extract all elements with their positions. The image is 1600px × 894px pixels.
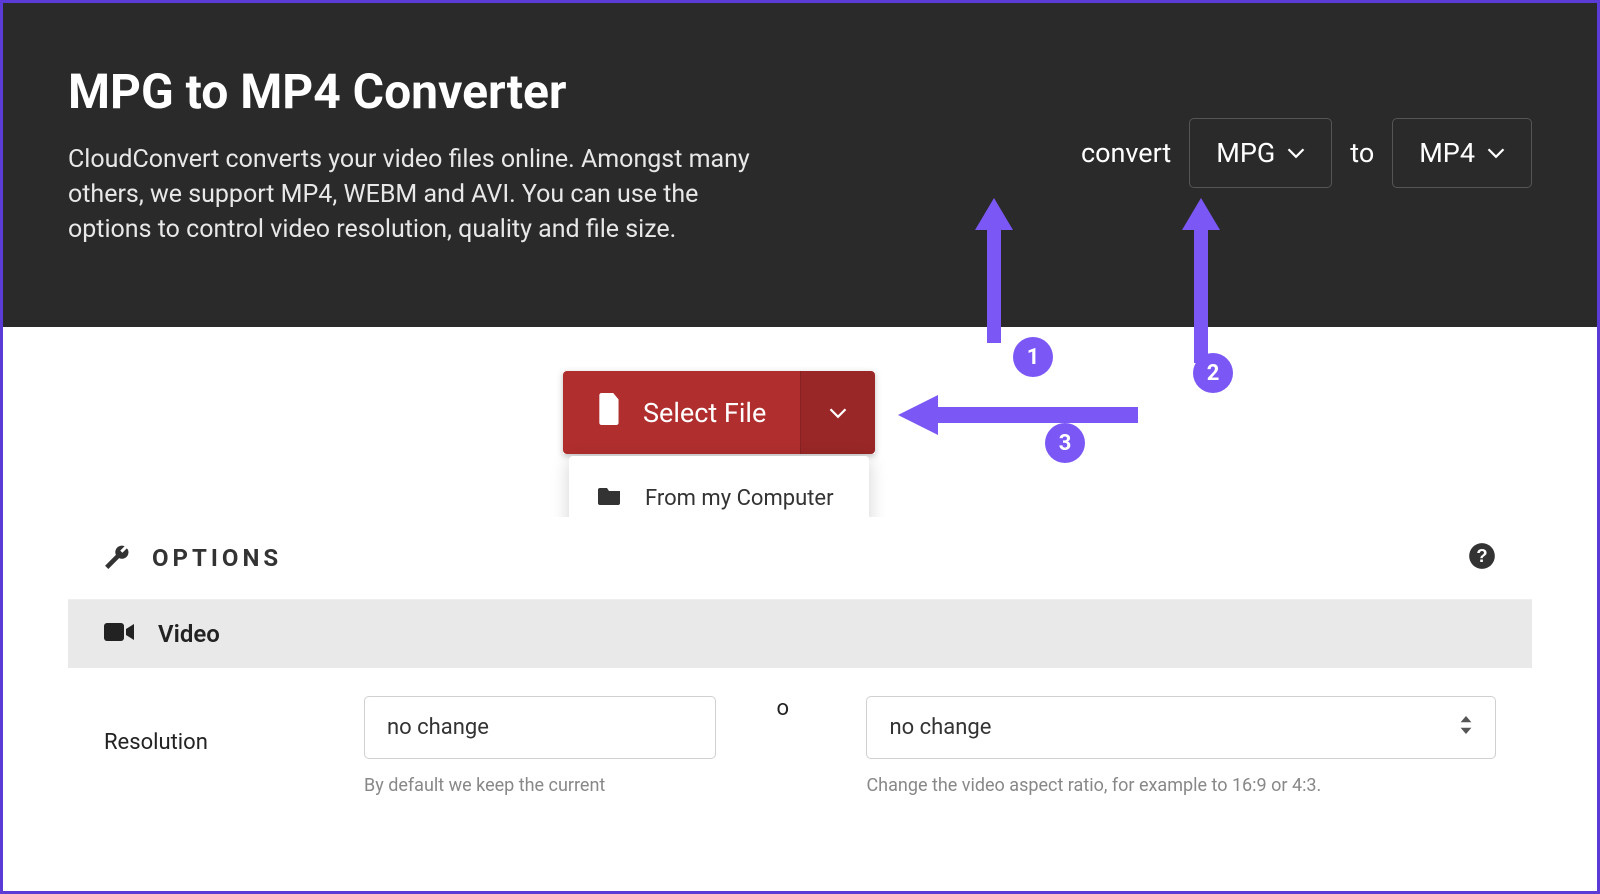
resolution-help: By default we keep the current — [364, 773, 716, 798]
options-header: OPTIONS ? — [68, 517, 1532, 600]
video-section-label: Video — [158, 620, 220, 648]
options-panel: OPTIONS ? Video Resolution no change By — [68, 517, 1532, 808]
resolution-select[interactable]: no change — [364, 696, 716, 759]
aspect-label-partial: o — [776, 696, 796, 721]
video-camera-icon — [104, 620, 134, 648]
to-label: to — [1350, 137, 1374, 169]
chevron-down-icon — [1487, 144, 1505, 162]
to-format-button[interactable]: MP4 — [1392, 118, 1532, 188]
aspect-help: Change the video aspect ratio, for examp… — [866, 773, 1496, 798]
page-title: MPG to MP4 Converter — [68, 63, 788, 120]
convert-label: convert — [1081, 137, 1171, 169]
sort-icon — [1459, 715, 1473, 740]
svg-text:?: ? — [1476, 545, 1487, 566]
resolution-field: Resolution no change By default we keep … — [104, 696, 716, 798]
from-format-button[interactable]: MPG — [1189, 118, 1332, 188]
options-title: OPTIONS — [152, 544, 282, 572]
resolution-value: no change — [387, 715, 489, 740]
chevron-down-icon — [1287, 144, 1305, 162]
aspect-field: o no change Change the video aspect rati… — [776, 696, 1496, 798]
fields-row: Resolution no change By default we keep … — [68, 668, 1532, 808]
aspect-value: no change — [889, 715, 991, 740]
wrench-icon — [104, 543, 130, 573]
help-icon[interactable]: ? — [1468, 542, 1496, 574]
main-area: OPTIONS ? Video Resolution no change By — [3, 327, 1597, 848]
resolution-label: Resolution — [104, 730, 254, 755]
hero-section: MPG to MP4 Converter CloudConvert conver… — [3, 3, 1597, 327]
to-format-value: MP4 — [1419, 137, 1475, 169]
page-description: CloudConvert converts your video files o… — [68, 142, 788, 247]
convert-row: convert MPG to MP4 — [1081, 118, 1532, 188]
from-format-value: MPG — [1216, 137, 1275, 169]
video-section-header: Video — [68, 600, 1532, 668]
hero-left: MPG to MP4 Converter CloudConvert conver… — [68, 63, 788, 247]
aspect-select[interactable]: no change — [866, 696, 1496, 759]
